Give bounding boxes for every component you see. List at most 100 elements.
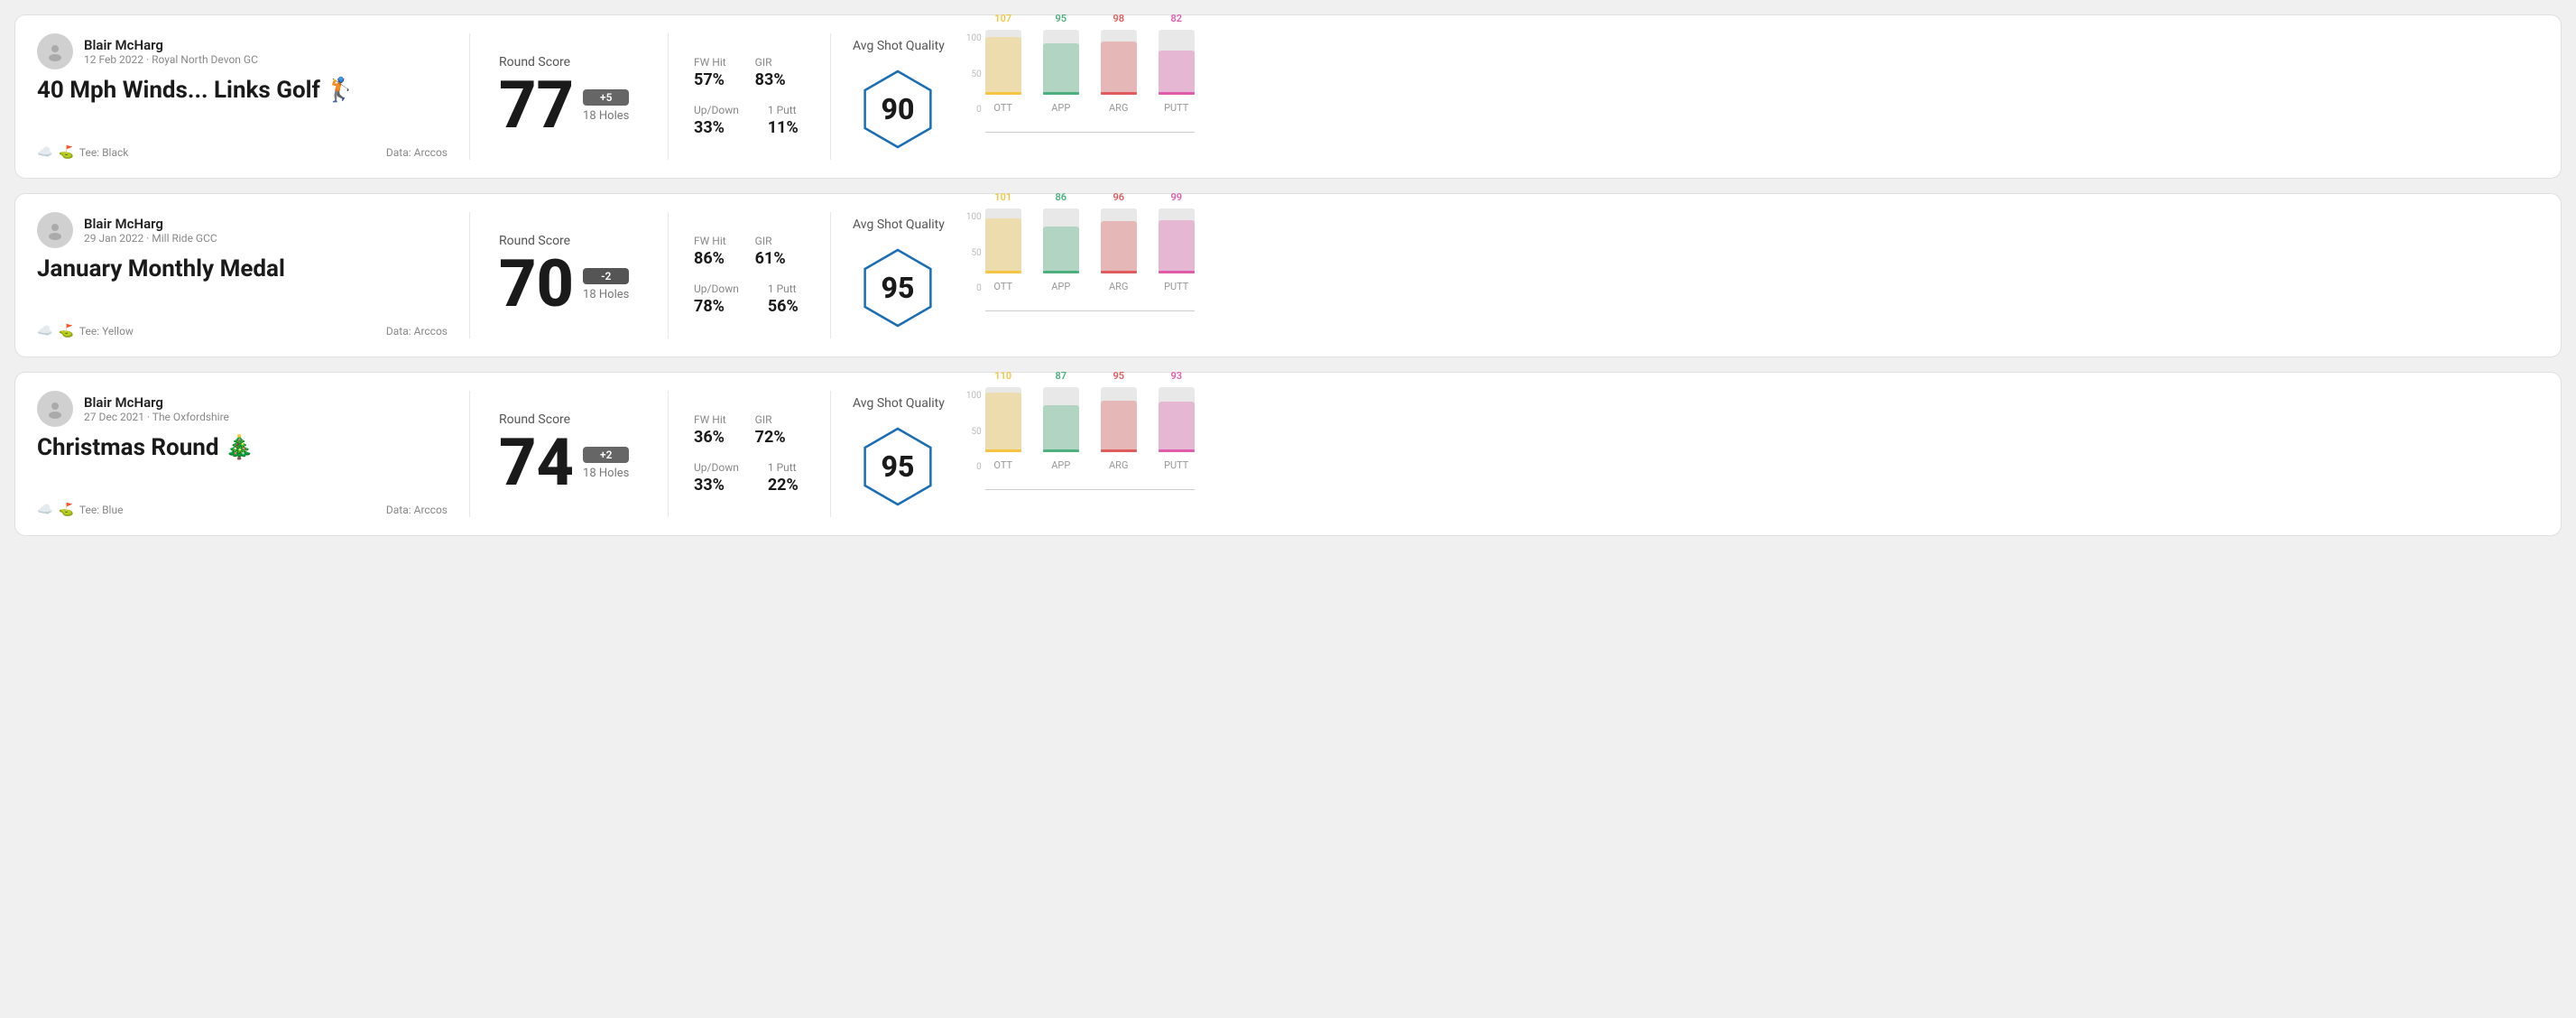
bar-outer — [1159, 30, 1195, 95]
bar-accent — [1101, 92, 1137, 95]
weather-icon: ☁️ — [37, 324, 52, 338]
bar-group: 98 ARG — [1101, 13, 1137, 114]
stat-updown: Up/Down 33% — [694, 104, 739, 137]
fw-hit-label: FW Hit — [694, 56, 726, 69]
bar-inner — [1159, 51, 1195, 95]
oneputt-label: 1 Putt — [768, 282, 799, 295]
data-source: Data: Arccos — [386, 504, 448, 516]
weather-icon: ☁️ — [37, 145, 52, 160]
tee-label: Tee: Blue — [79, 504, 124, 516]
bar-value-label: 82 — [1170, 13, 1182, 24]
oneputt-label: 1 Putt — [768, 461, 799, 474]
hexagon: 95 — [857, 247, 938, 329]
quality-section: Avg Shot Quality 90 — [853, 39, 945, 154]
chart-y-axis: 100 50 0 — [966, 33, 982, 133]
chart-y-axis: 100 50 0 — [966, 212, 982, 311]
bar-outer — [1159, 208, 1195, 273]
gir-value: 72% — [755, 428, 786, 447]
card-stats: FW Hit 57% GIR 83% Up/Down 33% 1 Putt — [669, 33, 831, 160]
bar-accent — [985, 271, 1021, 273]
stats-row-top: FW Hit 57% GIR 83% — [694, 56, 805, 89]
gir-label: GIR — [755, 235, 786, 247]
score-badge: +5 — [583, 89, 629, 106]
bar-chart: 100 50 0 110 OTT 87 — [966, 391, 2517, 517]
bar-accent — [1043, 271, 1079, 273]
player-info: Blair McHarg 12 Feb 2022 · Royal North D… — [84, 37, 258, 66]
bar-inner — [1101, 42, 1137, 95]
bar-inner — [1043, 227, 1079, 273]
player-date: 29 Jan 2022 · Mill Ride GCC — [84, 232, 217, 245]
bar-outer — [1159, 387, 1195, 452]
bar-outer — [1043, 30, 1079, 95]
score-main: 70 -2 18 Holes — [499, 252, 639, 317]
data-source: Data: Arccos — [386, 325, 448, 338]
bar-accent — [985, 92, 1021, 95]
bar-inner — [1159, 220, 1195, 273]
hexagon-container: 90 — [853, 64, 943, 154]
bar-group: 96 ARG — [1101, 191, 1137, 292]
player-header: Blair McHarg 12 Feb 2022 · Royal North D… — [37, 33, 448, 69]
bar-inner — [1159, 402, 1195, 452]
stat-gir: GIR 61% — [755, 235, 786, 268]
hexagon: 95 — [857, 426, 938, 507]
card-stats: FW Hit 36% GIR 72% Up/Down 33% 1 Putt — [669, 391, 831, 517]
player-header: Blair McHarg 29 Jan 2022 · Mill Ride GCC — [37, 212, 448, 248]
bar-value-label: 95 — [1113, 370, 1124, 382]
golf-icon: ⛳ — [58, 503, 73, 517]
bar-group: 95 APP — [1043, 13, 1079, 114]
stat-updown: Up/Down 78% — [694, 282, 739, 316]
oneputt-value: 56% — [768, 297, 799, 316]
bar-group: 110 OTT — [985, 370, 1021, 471]
bar-inner — [1101, 221, 1137, 273]
card-footer: ☁️ ⛳ Tee: Yellow Data: Arccos — [37, 324, 448, 338]
bar-group: 93 PUTT — [1159, 370, 1195, 471]
bar-x-label: APP — [1051, 459, 1070, 471]
quality-label: Avg Shot Quality — [853, 396, 945, 411]
bar-value-label: 101 — [994, 191, 1011, 203]
bar-x-label: PUTT — [1164, 281, 1188, 292]
player-info: Blair McHarg 29 Jan 2022 · Mill Ride GCC — [84, 216, 217, 245]
score-badge-wrap: +5 18 Holes — [583, 89, 629, 123]
bar-x-label: PUTT — [1164, 459, 1188, 471]
fw-hit-value: 36% — [694, 428, 726, 447]
bar-value-label: 87 — [1055, 370, 1066, 382]
stat-gir: GIR 72% — [755, 413, 786, 447]
bar-outer — [1101, 30, 1137, 95]
bar-value-label: 86 — [1055, 191, 1066, 203]
updown-label: Up/Down — [694, 461, 739, 474]
player-date: 12 Feb 2022 · Royal North Devon GC — [84, 53, 258, 66]
bar-group: 107 OTT — [985, 13, 1021, 114]
stats-row-bottom: Up/Down 33% 1 Putt 22% — [694, 461, 805, 495]
card-score: Round Score 74 +2 18 Holes — [470, 391, 669, 517]
bar-group: 95 ARG — [1101, 370, 1137, 471]
stats-row-top: FW Hit 36% GIR 72% — [694, 413, 805, 447]
bar-accent — [1043, 92, 1079, 95]
golf-icon: ⛳ — [58, 145, 73, 160]
score-main: 77 +5 18 Holes — [499, 73, 639, 138]
gir-value: 61% — [755, 249, 786, 268]
stat-fw-hit: FW Hit 36% — [694, 413, 726, 447]
gir-label: GIR — [755, 413, 786, 426]
score-main: 74 +2 18 Holes — [499, 430, 639, 495]
tee-info: ☁️ ⛳ Tee: Black — [37, 145, 128, 160]
bar-accent — [1101, 449, 1137, 452]
stat-fw-hit: FW Hit 86% — [694, 235, 726, 268]
bar-accent — [985, 449, 1021, 452]
bar-chart: 100 50 0 107 OTT 95 — [966, 33, 2517, 160]
tee-label: Tee: Black — [79, 146, 128, 159]
bar-outer — [1101, 387, 1137, 452]
bar-x-label: APP — [1051, 281, 1070, 292]
score-badge: -2 — [583, 268, 629, 284]
bar-accent — [1159, 449, 1195, 452]
score-holes: 18 Holes — [583, 288, 629, 301]
avatar — [37, 33, 73, 69]
bar-outer — [1101, 208, 1137, 273]
fw-hit-value: 57% — [694, 70, 726, 89]
fw-hit-value: 86% — [694, 249, 726, 268]
bar-inner — [985, 218, 1021, 273]
bar-value-label: 110 — [994, 370, 1011, 382]
score-badge-wrap: +2 18 Holes — [583, 447, 629, 480]
updown-label: Up/Down — [694, 282, 739, 295]
bar-x-label: ARG — [1109, 281, 1128, 292]
bar-x-label: APP — [1051, 102, 1070, 114]
